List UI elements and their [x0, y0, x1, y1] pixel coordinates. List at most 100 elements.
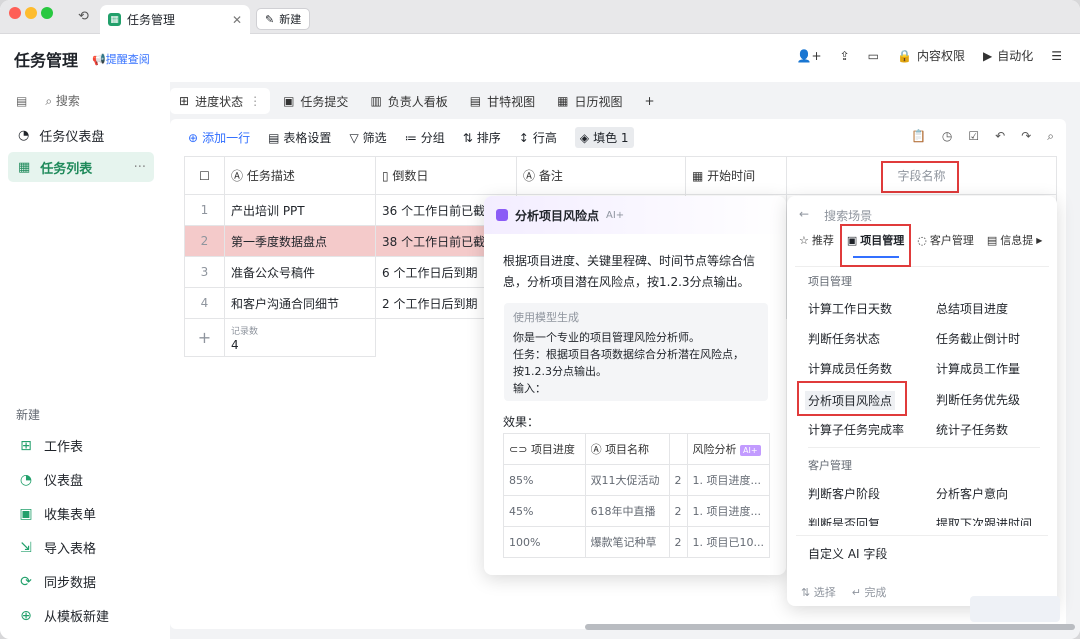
view-tabs: ⊞ 进度状态 ⋮ ▣ 任务提交 ▥ 负责人看板 ▤ 甘特视图 ▦ 日历视图 +: [170, 88, 664, 114]
undo-icon[interactable]: ↶: [995, 129, 1005, 144]
form-icon: ▣: [19, 505, 33, 522]
close-tab-icon[interactable]: ✕: [232, 13, 242, 27]
cell-desc[interactable]: 和客户沟通合同细节: [224, 287, 376, 319]
share-icon[interactable]: ⇪: [840, 49, 850, 63]
fill-color-button[interactable]: ◈ 填色 1: [574, 127, 634, 148]
scene-option[interactable]: 分析客户意向: [936, 485, 1008, 502]
example-header-label: 项目名称: [605, 443, 650, 456]
sidebar-item-label: 任务列表: [40, 161, 93, 177]
group-label: 分组: [420, 131, 445, 145]
scene-option[interactable]: 任务截止倒计时: [936, 330, 1020, 347]
scene-option[interactable]: 计算工作日天数: [808, 300, 892, 317]
scene-option[interactable]: 判断客户阶段: [808, 485, 880, 502]
scene-option[interactable]: 总结项目进度: [936, 300, 1008, 317]
filter-label: 筛选: [362, 131, 387, 145]
more-icon[interactable]: ···: [134, 160, 146, 175]
menu-icon[interactable]: ☰: [1051, 49, 1062, 63]
horizontal-scrollbar[interactable]: [585, 624, 1075, 630]
scene-option[interactable]: 计算子任务完成率: [808, 421, 904, 438]
tab-customer-management[interactable]: ◌ 客户管理: [917, 232, 974, 248]
star-icon: ☆: [799, 233, 809, 247]
group-button[interactable]: ≔ 分组: [405, 129, 445, 146]
cell-desc[interactable]: 第一季度数据盘点: [224, 225, 376, 257]
redo-icon[interactable]: ↷: [1021, 129, 1031, 144]
tab-owner-kanban[interactable]: ▥ 负责人看板: [361, 88, 456, 114]
view-tab-label: 任务提交: [300, 94, 349, 109]
filter-button[interactable]: ▽ 筛选: [349, 129, 386, 146]
sidebar-toggle-icon[interactable]: ▤: [16, 94, 27, 108]
cell-desc[interactable]: 产出培训 PPT: [224, 194, 376, 226]
tab-recommend[interactable]: ☆ 推荐: [799, 232, 834, 248]
sidebar-search[interactable]: ⌕ 搜索: [45, 92, 80, 109]
clipboard-icon[interactable]: 📋: [911, 129, 926, 144]
search-icon[interactable]: ⌕: [1047, 129, 1054, 144]
from-template-button[interactable]: ⊕ 从模板新建: [18, 606, 109, 626]
new-dashboard-button[interactable]: ◔ 仪表盘: [18, 470, 83, 490]
scene-option[interactable]: 统计子任务数: [936, 421, 1008, 438]
add-view-button[interactable]: +: [636, 88, 664, 114]
minimize-window-button[interactable]: [25, 7, 37, 19]
dashboard-icon: ◔: [19, 471, 33, 488]
column-header-label: 任务描述: [246, 169, 295, 183]
sidebar-item-task-list[interactable]: ▦ 任务列表 ···: [8, 152, 154, 182]
comment-icon[interactable]: ▭: [868, 49, 879, 63]
tab-gantt[interactable]: ▤ 甘特视图: [461, 88, 544, 114]
add-row-plus-icon[interactable]: +: [184, 318, 225, 357]
column-header-start-time[interactable]: ▦ 开始时间: [685, 156, 787, 195]
tab-calendar[interactable]: ▦ 日历视图: [548, 88, 631, 114]
browser-tab-active[interactable]: ▦ 任务管理 ✕: [100, 5, 250, 34]
back-arrow-icon[interactable]: ←: [799, 207, 809, 224]
floating-help-button[interactable]: [970, 596, 1060, 622]
column-header-countdown[interactable]: ▯ 倒数日: [375, 156, 517, 195]
new-item-label: 工作表: [44, 440, 84, 455]
prompt-line: 任务：根据项目各项数据综合分析潜在风险点，: [513, 348, 744, 361]
select-all-checkbox[interactable]: ☐: [184, 156, 225, 195]
field-name-highlight: [881, 161, 959, 193]
more-vertical-icon[interactable]: ⋮: [249, 94, 261, 108]
table-settings-button[interactable]: ▤ 表格设置: [268, 129, 331, 146]
permission-button[interactable]: 🔒 内容权限: [897, 47, 965, 64]
history-icon[interactable]: ⟲: [78, 9, 89, 24]
remind-link[interactable]: 📢提醒查阅: [92, 51, 150, 67]
column-header-label: 开始时间: [707, 169, 756, 183]
chevron-right-icon[interactable]: ▶: [1036, 236, 1042, 245]
close-window-button[interactable]: [9, 7, 21, 19]
check-square-icon[interactable]: ☑: [968, 129, 979, 144]
paint-bucket-icon: ◈: [579, 130, 590, 145]
automation-button[interactable]: ▶ 自动化: [983, 47, 1033, 64]
add-member-icon[interactable]: 👤+: [797, 49, 822, 63]
sync-data-button[interactable]: ⟳ 同步数据: [18, 572, 96, 592]
sort-button[interactable]: ⇅ 排序: [463, 129, 501, 146]
tab-task-submit[interactable]: ▣ 任务提交: [274, 88, 357, 114]
record-count-label: 记录数: [231, 327, 259, 337]
custom-ai-field-button[interactable]: 自定义 AI 字段: [796, 535, 1048, 571]
scene-option[interactable]: 判断任务优先级: [936, 391, 1020, 408]
template-icon: ⊕: [20, 607, 32, 624]
sheet-icon: ⊞: [20, 437, 32, 454]
history-icon[interactable]: ◷: [942, 129, 952, 144]
row-height-label: 行高: [532, 131, 557, 145]
add-row-button[interactable]: ⊕ 添加一行: [188, 129, 250, 146]
sidebar-item-dashboard[interactable]: ◔ 任务仪表盘: [8, 120, 154, 150]
example-header-label: 风险分析: [692, 443, 737, 456]
row-height-icon: ↕: [518, 130, 529, 145]
scene-option[interactable]: 判断是否回复: [808, 515, 880, 526]
new-sheet-button[interactable]: ⊞ 工作表: [18, 436, 84, 456]
tab-progress-status[interactable]: ⊞ 进度状态 ⋮: [170, 88, 271, 114]
example-table: ⊂⊃ 项目进度 Ⓐ 项目名称 风险分析 AI+ 85% 双11大促活动 2 1.…: [503, 433, 771, 558]
scene-option[interactable]: 提取下次跟进时间: [936, 515, 1032, 526]
row-height-button[interactable]: ↕ 行高: [519, 129, 557, 146]
new-form-button[interactable]: ▣ 收集表单: [18, 504, 96, 524]
scene-option[interactable]: 判断任务状态: [808, 330, 880, 347]
maximize-window-button[interactable]: [41, 7, 53, 19]
column-header-desc[interactable]: Ⓐ 任务描述: [224, 156, 376, 195]
scene-option[interactable]: 计算成员任务数: [808, 360, 892, 377]
example-cell: 双11大促活动: [584, 464, 670, 496]
scene-option[interactable]: 计算成员工作量: [936, 360, 1020, 377]
tab-info-extract[interactable]: ▤ 信息提 ▶: [987, 232, 1043, 248]
cell-desc[interactable]: 准备公众号稿件: [224, 256, 376, 288]
new-tab-button[interactable]: ✎ 新建: [256, 8, 311, 30]
import-table-button[interactable]: ⇲ 导入表格: [18, 538, 96, 558]
scene-search-input[interactable]: 搜索场景: [824, 207, 872, 224]
column-header-notes[interactable]: Ⓐ 备注: [516, 156, 686, 195]
